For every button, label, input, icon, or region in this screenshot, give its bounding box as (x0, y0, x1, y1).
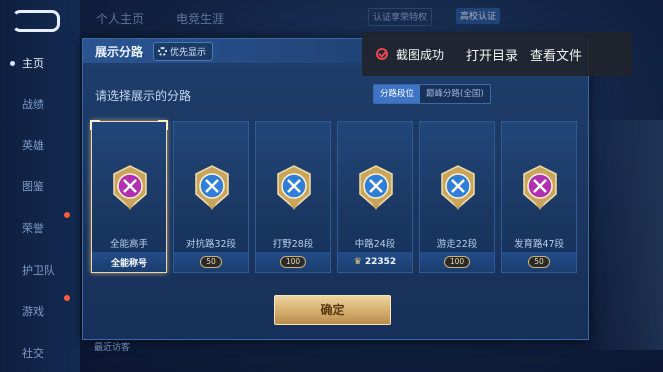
lane-card-label: 游走22段 (436, 239, 478, 250)
points-badge: 50 (200, 256, 222, 268)
lane-card-footer: 全能称号 (92, 252, 166, 272)
app-logo-icon (12, 10, 60, 32)
open-directory-link[interactable]: 打开目录 (466, 45, 518, 64)
sidebar-item-label: 社交 (22, 347, 44, 360)
app-sidebar: 主页 战绩 英雄 图鉴 荣誉 护卫队 游戏 社交 (0, 0, 80, 372)
lane-card-label: 打野28段 (272, 239, 314, 250)
gear-icon (158, 47, 167, 56)
sidebar-item-home[interactable]: 主页 (0, 55, 80, 77)
lane-card-label: 全能高手 (109, 239, 148, 250)
mid-lane-emblem-icon (359, 165, 393, 210)
lane-card-label: 发育路47段 (513, 239, 565, 250)
selection-corner (158, 120, 168, 130)
points-badge: 100 (443, 256, 471, 268)
check-circle-icon (376, 48, 388, 60)
all-round-emblem-icon (113, 165, 147, 210)
points-badge: 100 (279, 256, 307, 268)
view-file-link[interactable]: 查看文件 (530, 45, 582, 64)
lane-card-footer: 100 (420, 252, 494, 272)
roam-emblem-icon (441, 165, 475, 210)
sidebar-item-record[interactable]: 战绩 (0, 96, 80, 118)
recent-visitors[interactable]: 最近访客 (80, 340, 500, 360)
lane-card[interactable]: 游走22段 100 (419, 121, 495, 273)
toggle-lane-rank[interactable]: 分路段位 (374, 85, 421, 103)
sidebar-item-label: 主页 (22, 57, 44, 70)
notification-dot (64, 295, 70, 301)
lane-card[interactable]: 对抗路32段 50 (173, 121, 249, 273)
rank-number: 22352 (364, 257, 397, 267)
title-tag: 全能称号 (110, 258, 147, 269)
lane-mode-toggle: 分路段位 巅峰分路(全国) (373, 84, 491, 104)
lane-card-label: 对抗路32段 (185, 239, 237, 250)
farm-lane-emblem-icon (523, 165, 557, 210)
sidebar-item-label: 游戏 (22, 305, 44, 318)
priority-display-label: 优先显示 (170, 48, 207, 58)
rank-crown-icon: ♛ (353, 257, 362, 267)
jungle-emblem-icon (277, 165, 311, 210)
lane-card-footer: ♛ 22352 (338, 252, 412, 272)
sidebar-item-codex[interactable]: 图鉴 (0, 178, 80, 200)
lane-card-footer: 100 (256, 252, 330, 272)
clash-lane-emblem-icon (195, 165, 229, 210)
screenshot-toast: 截图成功 打开目录 查看文件 (362, 32, 632, 76)
lane-card-footer: 50 (502, 252, 576, 272)
display-lane-dialog: 展示分路 优先显示 请选择展示的分路 分路段位 巅峰分路(全国) 全能高手全能称… (82, 38, 589, 340)
toast-message: 截图成功 (396, 47, 445, 62)
lane-card-footer: 50 (174, 252, 248, 272)
sidebar-item-label: 战绩 (22, 98, 44, 111)
sidebar-item-label: 荣誉 (22, 222, 44, 235)
sidebar-item-label: 图鉴 (22, 180, 44, 193)
priority-display-button[interactable]: 优先显示 (153, 42, 214, 61)
lane-card-label: 中路24段 (354, 239, 396, 250)
sidebar-item-guard[interactable]: 护卫队 (0, 262, 80, 284)
sidebar-item-social[interactable]: 社交 (0, 345, 80, 367)
sidebar-item-honor[interactable]: 荣誉 (0, 220, 80, 242)
sidebar-item-label: 英雄 (22, 139, 44, 152)
notification-dot (64, 212, 70, 218)
sidebar-item-label: 护卫队 (22, 264, 55, 277)
sidebar-item-games[interactable]: 游戏 (0, 303, 80, 325)
confirm-button[interactable]: 确定 (274, 295, 391, 325)
dialog-title: 展示分路 (95, 45, 144, 59)
lane-card[interactable]: 全能高手 全能称号 (90, 120, 168, 273)
selection-corner (90, 120, 100, 130)
recent-visitors-label: 最近访客 (94, 343, 131, 353)
sidebar-item-heroes[interactable]: 英雄 (0, 137, 80, 159)
lane-card[interactable]: 发育路47段 50 (501, 121, 577, 273)
lane-card[interactable]: 打野28段 100 (255, 121, 331, 273)
points-badge: 50 (528, 256, 550, 268)
dialog-subtitle: 请选择展示的分路 (95, 89, 192, 103)
toggle-peak-lane[interactable]: 巅峰分路(全国) (420, 85, 490, 103)
lane-card[interactable]: 中路24段 ♛ 22352 (337, 121, 413, 273)
